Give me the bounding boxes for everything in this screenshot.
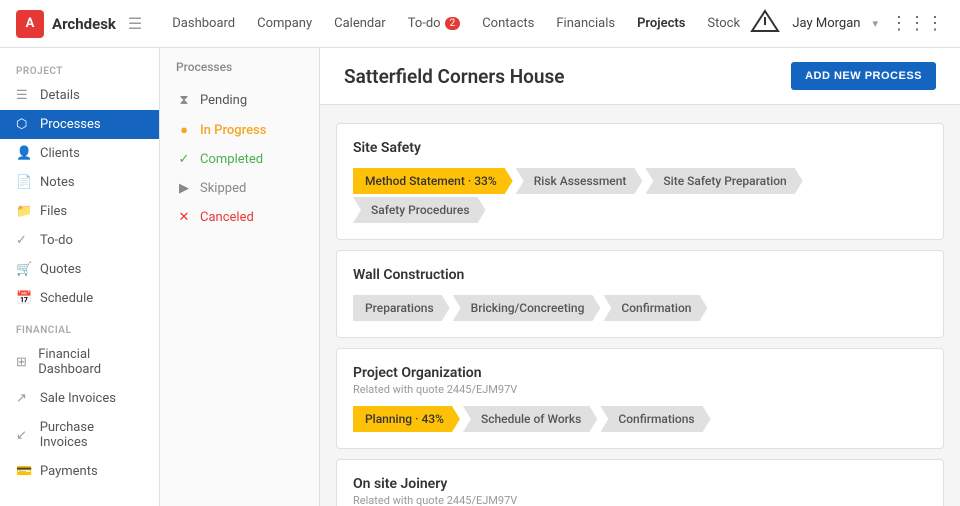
section-quote-joinery: Related with quote 2445/EJM97V xyxy=(353,494,927,506)
step-bricking[interactable]: Bricking/Concreeting xyxy=(453,295,601,321)
step-schedule-of-works[interactable]: Schedule of Works xyxy=(463,406,597,432)
notes-icon: 📄 xyxy=(16,175,32,190)
section-quote-project-org: Related with quote 2445/EJM97V xyxy=(353,383,927,396)
logo-box: A xyxy=(16,10,44,38)
nav-link-dashboard[interactable]: Dashboard xyxy=(162,10,245,37)
schedule-icon: 📅 xyxy=(16,291,32,306)
completed-icon: ✓ xyxy=(176,152,192,167)
inprogress-icon: ● xyxy=(176,122,192,138)
top-nav: A Archdesk ☰ Dashboard Company Calendar … xyxy=(0,0,960,48)
files-icon: 📁 xyxy=(16,204,32,219)
step-safety-procedures[interactable]: Safety Procedures xyxy=(353,197,486,223)
step-site-safety-preparation[interactable]: Site Safety Preparation xyxy=(645,168,802,194)
filter-completed[interactable]: ✓ Completed xyxy=(160,145,319,174)
clients-icon: 👤 xyxy=(16,146,32,161)
main-layout: PROJECT ☰ Details ⬡ Processes 👤 Clients … xyxy=(0,48,960,506)
user-name[interactable]: Jay Morgan xyxy=(792,16,860,31)
nav-links: Dashboard Company Calendar To-do 2 Conta… xyxy=(162,10,750,37)
sidebar-item-notes[interactable]: 📄 Notes xyxy=(0,168,159,197)
nav-link-company[interactable]: Company xyxy=(247,10,322,37)
content-area: Satterfield Corners House ADD NEW PROCES… xyxy=(320,48,960,506)
sale-invoices-icon: ↗ xyxy=(16,391,32,406)
sidebar-item-purchase-invoices[interactable]: ↙ Purchase Invoices xyxy=(0,413,159,457)
processes-panel-title: Processes xyxy=(160,60,319,86)
nav-right: Jay Morgan ▾ ⋮⋮⋮ xyxy=(750,9,944,39)
content-scroll: Site Safety Method Statement · 33% Risk … xyxy=(320,105,960,506)
app-name: Archdesk xyxy=(52,15,116,33)
page-title: Satterfield Corners House xyxy=(344,65,565,88)
processes-panel: Processes ⧗ Pending ● In Progress ✓ Comp… xyxy=(160,48,320,506)
menu-dots-icon[interactable]: ⋮⋮⋮ xyxy=(890,13,944,34)
sidebar-item-clients[interactable]: 👤 Clients xyxy=(0,139,159,168)
section-title-wall-construction: Wall Construction xyxy=(353,267,927,283)
add-new-process-button[interactable]: ADD NEW PROCESS xyxy=(791,62,936,90)
user-chevron-icon: ▾ xyxy=(872,17,878,30)
step-wall-confirmation[interactable]: Confirmation xyxy=(603,295,707,321)
nav-link-financials[interactable]: Financials xyxy=(546,10,625,37)
sidebar-item-sale-invoices[interactable]: ↗ Sale Invoices xyxy=(0,384,159,413)
hamburger-icon[interactable]: ☰ xyxy=(128,14,142,33)
brand-logo-icon xyxy=(750,9,780,39)
project-section-label: PROJECT xyxy=(0,60,159,81)
section-title-project-org: Project Organization xyxy=(353,365,927,381)
step-method-statement[interactable]: Method Statement · 33% xyxy=(353,168,513,194)
step-planning[interactable]: Planning · 43% xyxy=(353,406,460,432)
nav-link-contacts[interactable]: Contacts xyxy=(472,10,544,37)
payments-icon: 💳 xyxy=(16,464,32,479)
section-onsite-joinery: On site Joinery Related with quote 2445/… xyxy=(336,459,944,506)
steps-row-wall-construction: Preparations Bricking/Concreeting Confir… xyxy=(353,295,927,321)
sidebar-item-files[interactable]: 📁 Files xyxy=(0,197,159,226)
nav-link-projects[interactable]: Projects xyxy=(627,10,695,37)
sidebar: PROJECT ☰ Details ⬡ Processes 👤 Clients … xyxy=(0,48,160,506)
sidebar-item-details[interactable]: ☰ Details xyxy=(0,81,159,110)
sidebar-item-todo[interactable]: ✓ To-do xyxy=(0,226,159,255)
filter-inprogress[interactable]: ● In Progress xyxy=(160,115,319,145)
filter-pending[interactable]: ⧗ Pending xyxy=(160,86,319,115)
step-confirmations[interactable]: Confirmations xyxy=(600,406,710,432)
filter-skipped[interactable]: ▶ Skipped xyxy=(160,174,319,203)
section-project-organization: Project Organization Related with quote … xyxy=(336,348,944,449)
sidebar-item-payments[interactable]: 💳 Payments xyxy=(0,457,159,486)
purchase-invoices-icon: ↙ xyxy=(16,428,32,443)
quotes-icon: 🛒 xyxy=(16,262,32,277)
todo-badge: 2 xyxy=(445,17,461,30)
details-icon: ☰ xyxy=(16,88,32,103)
pending-icon: ⧗ xyxy=(176,93,192,108)
skipped-icon: ▶ xyxy=(176,181,192,196)
canceled-icon: ✕ xyxy=(176,210,192,225)
todo-icon: ✓ xyxy=(16,233,32,248)
sidebar-item-schedule[interactable]: 📅 Schedule xyxy=(0,284,159,313)
logo-area: A Archdesk ☰ xyxy=(16,10,142,38)
financial-section-label: FINANCIAL xyxy=(0,313,159,340)
steps-row-project-org: Planning · 43% Schedule of Works Confirm… xyxy=(353,406,927,432)
filter-canceled[interactable]: ✕ Canceled xyxy=(160,203,319,232)
nav-link-calendar[interactable]: Calendar xyxy=(324,10,396,37)
nav-link-todo[interactable]: To-do 2 xyxy=(398,10,471,37)
step-preparations[interactable]: Preparations xyxy=(353,295,450,321)
section-wall-construction: Wall Construction Preparations Bricking/… xyxy=(336,250,944,338)
nav-link-stock[interactable]: Stock xyxy=(697,10,750,37)
sidebar-item-financial-dashboard[interactable]: ⊞ Financial Dashboard xyxy=(0,340,159,384)
section-title-joinery: On site Joinery xyxy=(353,476,927,492)
steps-row-site-safety: Method Statement · 33% Risk Assessment S… xyxy=(353,168,927,223)
content-header: Satterfield Corners House ADD NEW PROCES… xyxy=(320,48,960,105)
section-site-safety: Site Safety Method Statement · 33% Risk … xyxy=(336,123,944,240)
section-title-site-safety: Site Safety xyxy=(353,140,927,156)
processes-icon: ⬡ xyxy=(16,117,32,132)
financial-dashboard-icon: ⊞ xyxy=(16,355,30,370)
sidebar-item-processes[interactable]: ⬡ Processes xyxy=(0,110,159,139)
sidebar-item-quotes[interactable]: 🛒 Quotes xyxy=(0,255,159,284)
step-risk-assessment[interactable]: Risk Assessment xyxy=(516,168,643,194)
